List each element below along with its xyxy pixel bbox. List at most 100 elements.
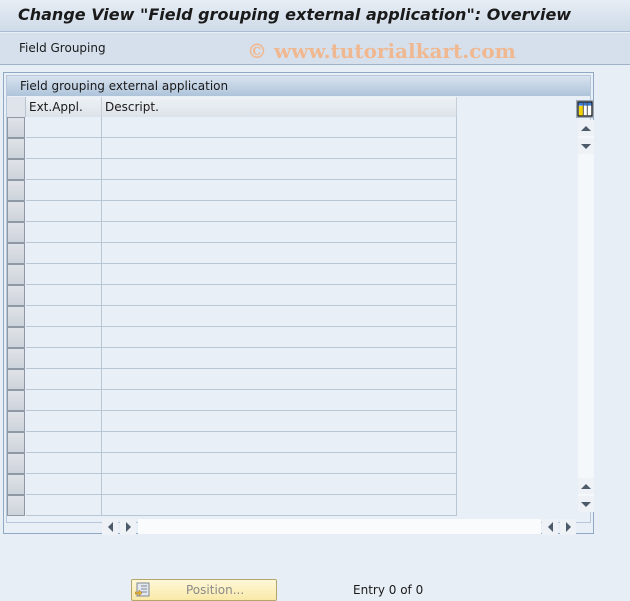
row-selector[interactable] [7, 201, 25, 222]
cell-descript[interactable] [102, 495, 457, 516]
row-selector[interactable] [7, 327, 25, 348]
position-button[interactable]: Position... [131, 579, 277, 601]
table-row [7, 201, 457, 222]
row-selector[interactable] [7, 474, 25, 495]
horizontal-scrollbar[interactable] [138, 519, 541, 534]
cell-ext-appl[interactable] [26, 411, 102, 432]
cell-descript[interactable] [102, 306, 457, 327]
table-row [7, 390, 457, 411]
table-row [7, 306, 457, 327]
cell-descript[interactable] [102, 264, 457, 285]
cell-descript[interactable] [102, 285, 457, 306]
arrow-down-icon [581, 143, 591, 149]
table-row [7, 327, 457, 348]
cell-ext-appl[interactable] [26, 201, 102, 222]
row-selector[interactable] [7, 432, 25, 453]
select-all-header[interactable] [7, 97, 26, 117]
scroll-up-top-button[interactable] [578, 120, 594, 136]
scroll-right-button-1[interactable] [120, 519, 136, 535]
table-panel: Field grouping external application Ext.… [3, 72, 594, 535]
row-selector[interactable] [7, 285, 25, 306]
arrow-up-icon [581, 125, 591, 131]
cell-descript[interactable] [102, 348, 457, 369]
table-row [7, 159, 457, 180]
row-selector[interactable] [7, 264, 25, 285]
cell-descript[interactable] [102, 159, 457, 180]
cell-descript[interactable] [102, 222, 457, 243]
page-title: Change View "Field grouping external app… [18, 5, 572, 24]
cell-descript[interactable] [102, 432, 457, 453]
table-settings-icon [577, 101, 593, 117]
cell-descript[interactable] [102, 453, 457, 474]
table-panel-inner: Field grouping external application Ext.… [6, 75, 594, 535]
cell-ext-appl[interactable] [26, 285, 102, 306]
cell-ext-appl[interactable] [26, 348, 102, 369]
cell-descript[interactable] [102, 369, 457, 390]
cell-ext-appl[interactable] [26, 180, 102, 201]
watermark: © www.tutorialkart.com [247, 39, 516, 63]
row-selector[interactable] [7, 495, 25, 516]
cell-ext-appl[interactable] [26, 390, 102, 411]
cell-ext-appl[interactable] [26, 222, 102, 243]
cell-descript[interactable] [102, 327, 457, 348]
table-title-bar: Field grouping external application [7, 76, 590, 96]
cell-ext-appl[interactable] [26, 327, 102, 348]
row-selector[interactable] [7, 243, 25, 264]
title-bar: Change View "Field grouping external app… [0, 0, 630, 32]
row-selector[interactable] [7, 117, 25, 138]
row-selector[interactable] [7, 453, 25, 474]
arrow-down-icon [581, 501, 591, 507]
cell-descript[interactable] [102, 117, 457, 138]
row-selector[interactable] [7, 180, 25, 201]
scroll-up-bottom-button[interactable] [578, 478, 594, 494]
cell-ext-appl[interactable] [26, 138, 102, 159]
column-header-descript[interactable]: Descript. [102, 97, 457, 117]
cell-ext-appl[interactable] [26, 243, 102, 264]
table-row [7, 411, 457, 432]
table-row [7, 495, 457, 516]
cell-descript[interactable] [102, 201, 457, 222]
scroll-right-button-2[interactable] [560, 519, 576, 535]
row-selector[interactable] [7, 369, 25, 390]
cell-ext-appl[interactable] [26, 495, 102, 516]
row-selector[interactable] [7, 306, 25, 327]
field-grouping-button[interactable]: Field Grouping [19, 41, 106, 55]
row-selector[interactable] [7, 138, 25, 159]
cell-ext-appl[interactable] [26, 306, 102, 327]
scroll-left-button-2[interactable] [542, 519, 558, 535]
table-row [7, 117, 457, 138]
cell-descript[interactable] [102, 243, 457, 264]
cell-descript[interactable] [102, 138, 457, 159]
cell-ext-appl[interactable] [26, 369, 102, 390]
cell-ext-appl[interactable] [26, 264, 102, 285]
cell-descript[interactable] [102, 390, 457, 411]
table-row [7, 138, 457, 159]
cell-descript[interactable] [102, 180, 457, 201]
column-header-ext-appl[interactable]: Ext.Appl. [26, 97, 102, 117]
cell-ext-appl[interactable] [26, 117, 102, 138]
row-selector[interactable] [7, 390, 25, 411]
arrow-right-icon [125, 522, 131, 532]
table-title: Field grouping external application [20, 79, 229, 93]
arrow-right-icon [565, 522, 571, 532]
row-selector[interactable] [7, 411, 25, 432]
position-icon [135, 582, 150, 597]
scroll-down-top-button[interactable] [578, 138, 594, 154]
arrow-left-icon [107, 522, 113, 532]
cell-ext-appl[interactable] [26, 474, 102, 495]
column-configuration-button[interactable] [576, 100, 594, 118]
row-selector[interactable] [7, 348, 25, 369]
entry-count: Entry 0 of 0 [353, 583, 424, 597]
scroll-down-bottom-button[interactable] [578, 496, 594, 512]
cell-ext-appl[interactable] [26, 432, 102, 453]
table-row [7, 285, 457, 306]
cell-descript[interactable] [102, 411, 457, 432]
row-selector[interactable] [7, 159, 25, 180]
arrow-up-icon [581, 483, 591, 489]
cell-ext-appl[interactable] [26, 159, 102, 180]
cell-ext-appl[interactable] [26, 453, 102, 474]
cell-descript[interactable] [102, 474, 457, 495]
row-selector[interactable] [7, 222, 25, 243]
scroll-left-button-1[interactable] [102, 519, 118, 535]
vertical-scrollbar[interactable] [578, 120, 594, 512]
